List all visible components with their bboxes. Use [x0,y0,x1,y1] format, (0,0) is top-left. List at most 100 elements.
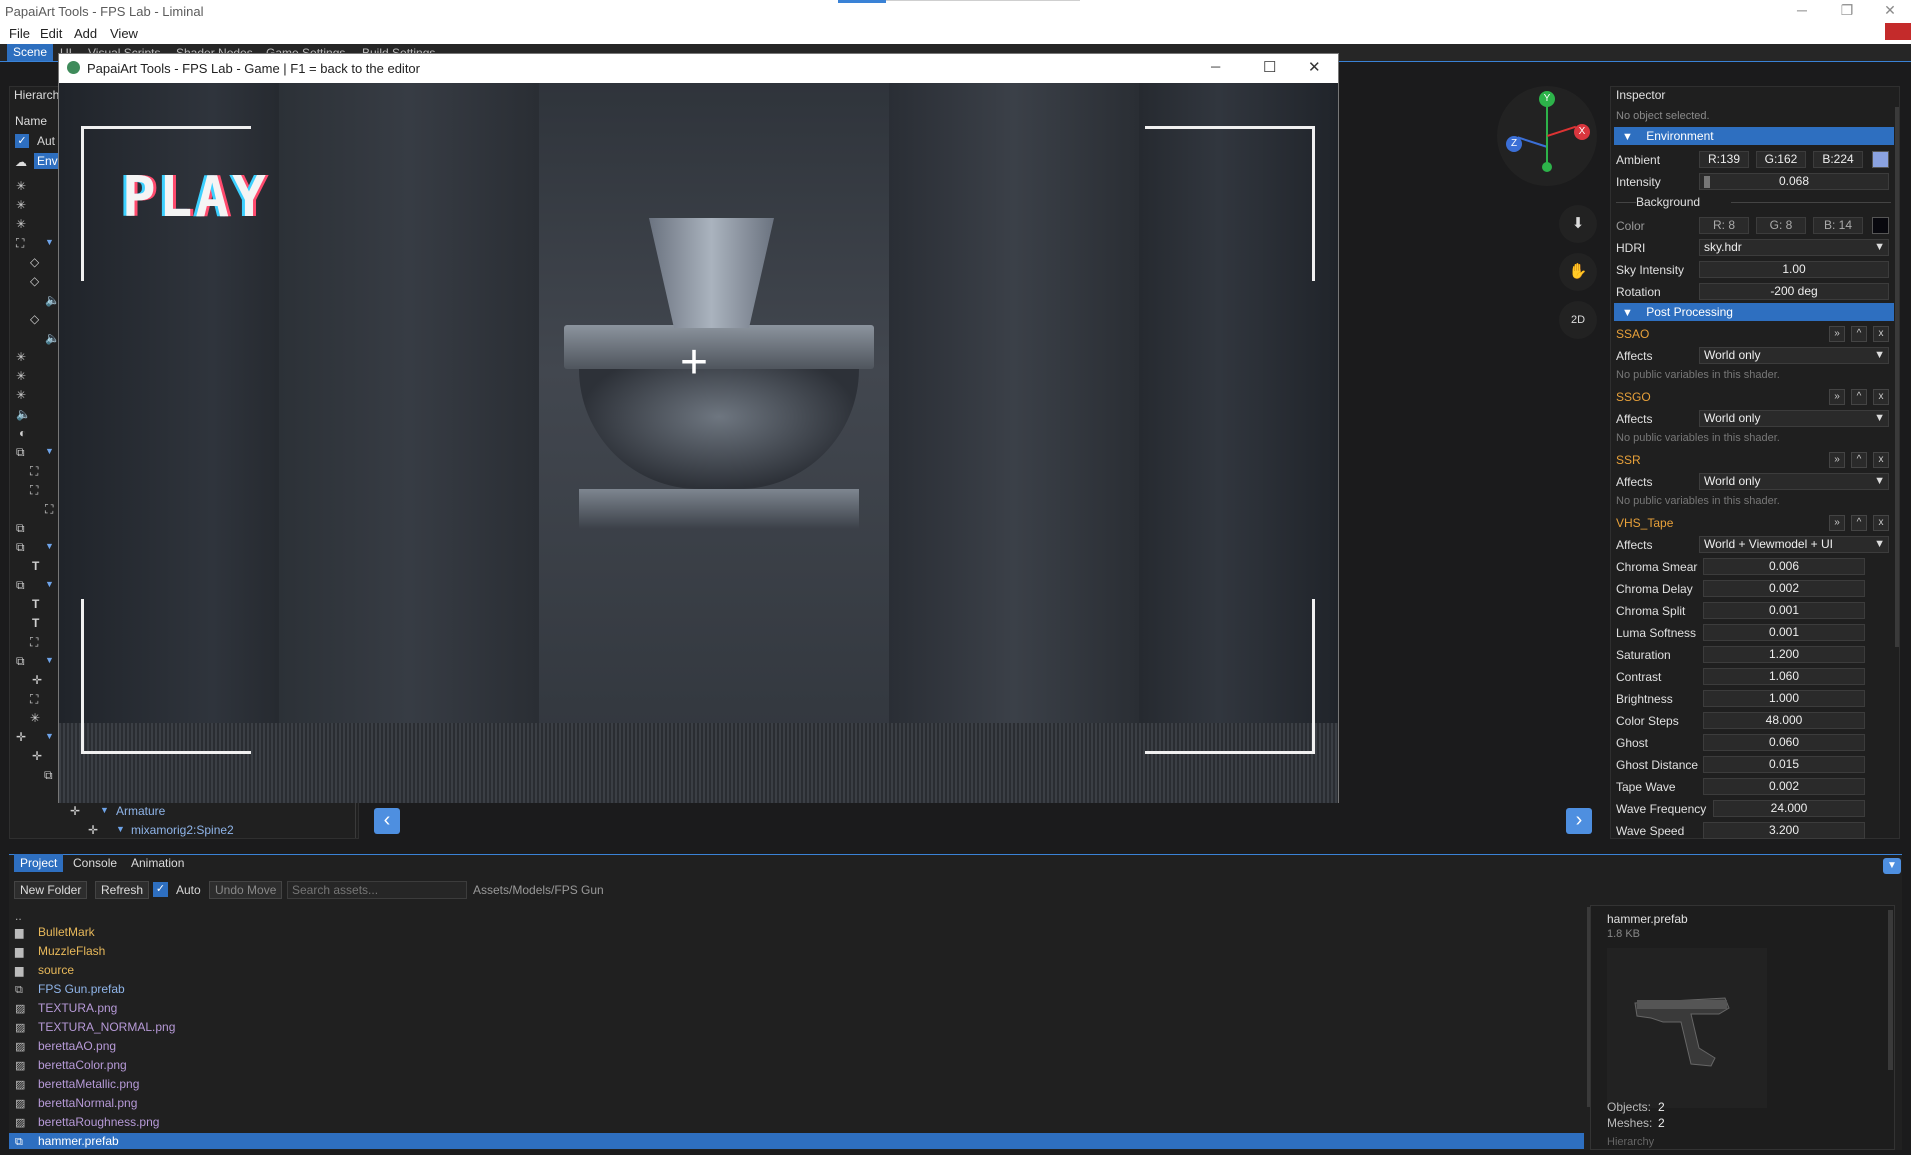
effect-remove-button[interactable]: x [1873,515,1889,531]
bone-icon[interactable]: ✛ [32,673,42,687]
game-viewport[interactable]: PLAY + [59,83,1338,803]
close-button[interactable]: ✕ [1870,0,1910,22]
collapse-panel-button[interactable]: ▼ [1883,858,1901,874]
game-minimize-button[interactable]: ─ [1211,59,1220,74]
param-field[interactable]: 3.200 [1703,822,1865,839]
inspector-scrollbar[interactable] [1895,107,1899,647]
light-icon[interactable]: ✳ [16,179,26,193]
text-icon[interactable]: T [32,597,39,611]
shape-icon[interactable]: ◇ [30,274,39,288]
asset-item[interactable]: ▆ MuzzleFlash [15,943,105,959]
light-icon[interactable]: ✳ [16,198,26,212]
mesh-icon[interactable]: ⛶ [30,464,38,479]
y-axis-handle[interactable]: Y [1539,91,1555,107]
effect-remove-button[interactable]: x [1873,452,1889,468]
z-axis-handle[interactable]: Z [1506,136,1522,152]
maximize-button[interactable]: ❐ [1827,0,1867,22]
menu-view[interactable]: View [110,26,138,41]
affects-dropdown[interactable]: World + Viewmodel + UI ▼ [1699,536,1889,553]
light-icon[interactable]: ✳ [30,711,40,725]
asset-item[interactable]: ▆ BulletMark [15,924,95,940]
affects-dropdown[interactable]: World only ▼ [1699,473,1889,490]
hdri-dropdown[interactable]: sky.hdr ▼ [1699,239,1889,256]
effect-move-up-button[interactable]: ^ [1851,452,1867,468]
mesh-icon[interactable]: ⛶ [45,502,53,517]
bg-color-swatch[interactable] [1872,217,1889,234]
light-icon[interactable]: ✳ [16,350,26,364]
new-folder-button[interactable]: New Folder [14,881,88,899]
group-icon[interactable]: ⧉ [16,578,25,593]
view-2d-button[interactable]: 2D [1559,301,1597,339]
affects-dropdown[interactable]: World only ▼ [1699,347,1889,364]
asset-item[interactable]: ⧉ FPS Gun.prefab [15,981,125,997]
minimize-button[interactable]: ─ [1782,0,1822,22]
search-input[interactable] [287,881,467,899]
shape-icon[interactable]: ◇ [30,312,39,326]
light-icon[interactable]: ✳ [16,217,26,231]
affects-dropdown[interactable]: World only ▼ [1699,410,1889,427]
effect-move-up-button[interactable]: ^ [1851,515,1867,531]
intensity-slider-handle[interactable] [1704,176,1710,188]
expand-arrow-icon[interactable]: ▼ [45,579,54,589]
bone-icon[interactable]: ✛ [32,749,42,763]
tree-item-spine2[interactable]: mixamorig2:Spine2 [131,823,234,837]
x-axis-handle[interactable]: X [1574,124,1590,140]
asset-item[interactable]: ▨ berettaNormal.png [15,1095,137,1111]
asset-item-selected[interactable]: ⧉ hammer.prefab [9,1133,1584,1149]
param-field[interactable]: 0.015 [1703,756,1865,773]
effect-remove-button[interactable]: x [1873,389,1889,405]
param-field[interactable]: 0.006 [1703,558,1865,575]
asset-item[interactable]: ▨ TEXTURA.png [15,1000,117,1016]
rotation-field[interactable]: -200 deg [1699,283,1889,300]
param-field[interactable]: 0.060 [1703,734,1865,751]
param-field[interactable]: 1.060 [1703,668,1865,685]
bg-g-field[interactable]: G: 8 [1756,217,1806,234]
effect-move-up-button[interactable]: ^ [1851,326,1867,342]
group-icon[interactable]: ⧉ [44,768,53,783]
tab-animation[interactable]: Animation [125,854,190,872]
camera-icon[interactable]: ◐ [19,426,26,440]
effect-move-up-button[interactable]: ^ [1851,389,1867,405]
param-field[interactable]: 0.001 [1703,602,1865,619]
next-button[interactable]: › [1566,808,1592,834]
neg-y-axis-handle[interactable] [1542,162,1552,172]
asset-item[interactable]: ▨ berettaAO.png [15,1038,116,1054]
close-indicator[interactable] [1885,23,1911,40]
mesh-icon[interactable]: ⛶ [30,635,38,650]
expand-arrow-icon[interactable]: ▼ [45,541,54,551]
menu-add[interactable]: Add [74,26,97,41]
bone-icon[interactable]: ✛ [88,823,98,837]
parent-folder[interactable]: .. [15,908,22,924]
game-close-button[interactable]: ✕ [1308,58,1321,76]
hierarchy-env-item[interactable]: Env [34,153,61,169]
tab-scene[interactable]: Scene [7,44,54,61]
expand-arrow-icon[interactable]: ▼ [116,824,125,834]
asset-item[interactable]: ▆ source [15,962,74,978]
pan-hand-icon[interactable]: ✋ [1559,253,1597,291]
asset-item[interactable]: ▨ berettaMetallic.png [15,1076,139,1092]
environment-section-header[interactable]: ▼ Environment [1614,127,1894,145]
intensity-slider[interactable]: 0.068 [1699,173,1889,190]
param-field[interactable]: 0.002 [1703,580,1865,597]
text-icon[interactable]: T [32,616,39,630]
undo-move-button[interactable]: Undo Move [209,881,283,899]
auto-checkbox[interactable]: ✓ [15,134,29,148]
mesh-icon[interactable]: ⛶ [30,483,38,498]
effect-remove-button[interactable]: x [1873,326,1889,342]
bone-icon[interactable]: ✛ [70,804,80,818]
asset-item[interactable]: ▨ TEXTURA_NORMAL.png [15,1019,175,1035]
expand-arrow-icon[interactable]: ▼ [100,805,109,815]
effect-expand-button[interactable]: » [1829,326,1845,342]
sky-intensity-field[interactable]: 1.00 [1699,261,1889,278]
menu-edit[interactable]: Edit [40,26,62,41]
group-icon[interactable]: ⧉ [16,445,25,460]
expand-arrow-icon[interactable]: ▼ [45,446,54,456]
game-maximize-button[interactable]: ☐ [1263,58,1276,76]
drop-to-floor-icon[interactable]: ⬇ [1559,205,1597,243]
tree-item-armature[interactable]: Armature [116,804,165,818]
group-icon[interactable]: ⧉ [16,521,25,536]
ambient-color-swatch[interactable] [1872,151,1889,168]
param-field[interactable]: 1.200 [1703,646,1865,663]
param-field[interactable]: 24.000 [1713,800,1865,817]
group-icon[interactable]: ⧉ [16,654,25,669]
